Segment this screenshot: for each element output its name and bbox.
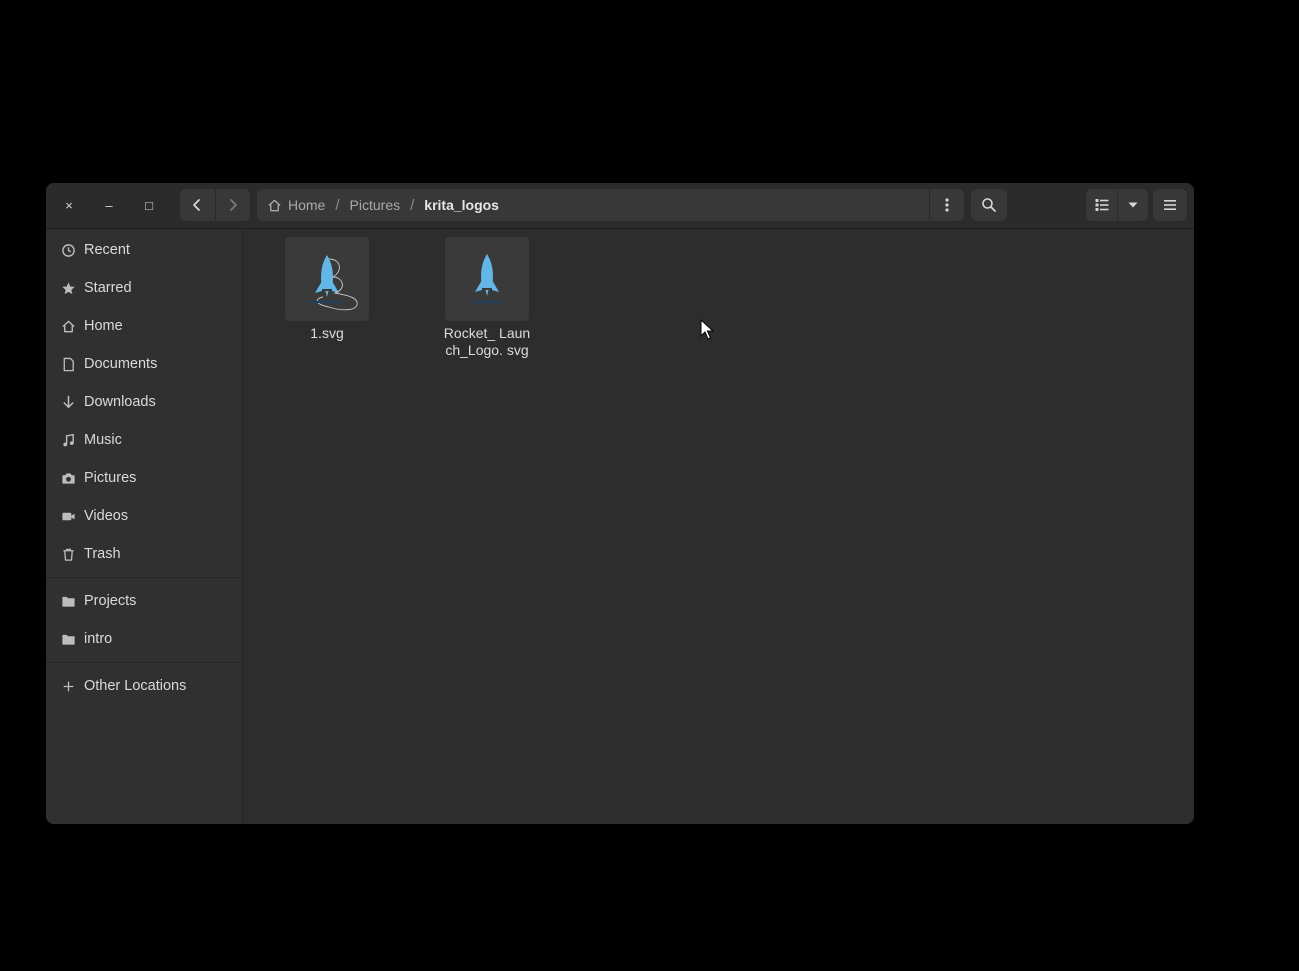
chevron-down-icon — [1128, 202, 1138, 208]
main-menu-button[interactable] — [1153, 189, 1187, 221]
file-name: 1.svg — [310, 325, 344, 341]
maximize-window-button[interactable]: □ — [134, 189, 164, 221]
file-manager-window: × – □ Home / Pictures / krita_logos Rece… — [46, 183, 1194, 824]
sidebar-item-videos[interactable]: Videos — [46, 499, 242, 533]
file-item[interactable]: 1.svg — [267, 237, 387, 342]
view-options-dropdown[interactable] — [1117, 189, 1148, 221]
vertical-dots-icon — [945, 198, 949, 212]
file-thumbnail — [285, 237, 369, 321]
sidebar-item-downloads[interactable]: Downloads — [46, 385, 242, 419]
chevron-left-icon — [193, 199, 201, 211]
sidebar-item-label: Trash — [84, 546, 121, 562]
minimize-window-button[interactable]: – — [94, 189, 124, 221]
sidebar-item-label: Downloads — [84, 394, 156, 410]
home-icon — [60, 318, 76, 334]
file-name: Rocket_ Launch_Logo. svg — [443, 325, 531, 358]
sidebar-item-label: Projects — [84, 593, 137, 609]
sidebar-item-label: Music — [84, 432, 122, 448]
camera-icon — [60, 470, 76, 486]
sidebar-item-other-locations[interactable]: Other Locations — [46, 669, 242, 703]
sidebar-divider — [46, 662, 242, 663]
sidebar-divider — [46, 577, 242, 578]
sidebar-item-documents[interactable]: Documents — [46, 347, 242, 381]
document-icon — [60, 356, 76, 372]
sidebar-item-label: Home — [84, 318, 123, 334]
breadcrumb-label: Pictures — [349, 197, 401, 213]
sidebar: Recent Starred Home Documents Downloads … — [46, 229, 243, 824]
sidebar-item-home[interactable]: Home — [46, 309, 242, 343]
search-icon — [982, 198, 996, 212]
sidebar-item-label: Recent — [84, 242, 130, 258]
breadcrumb-separator: / — [410, 196, 415, 214]
search-button[interactable] — [971, 189, 1007, 221]
sidebar-item-recent[interactable]: Recent — [46, 233, 242, 267]
sidebar-item-intro[interactable]: intro — [46, 622, 242, 656]
maximize-icon: □ — [145, 197, 153, 213]
breadcrumb-label: krita_logos — [424, 197, 499, 213]
sidebar-item-label: Starred — [84, 280, 132, 296]
file-item[interactable]: Rocket_ Launch_Logo. svg — [427, 237, 547, 359]
minimize-icon: – — [105, 197, 113, 213]
breadcrumb-home[interactable]: Home — [257, 189, 331, 221]
folder-icon — [60, 593, 76, 609]
music-icon — [60, 432, 76, 448]
navigation-buttons — [180, 189, 250, 221]
breadcrumb-label: Home — [288, 197, 326, 213]
forward-button[interactable] — [214, 189, 251, 221]
close-window-button[interactable]: × — [54, 189, 84, 221]
sidebar-item-starred[interactable]: Starred — [46, 271, 242, 305]
path-bar: Home / Pictures / krita_logos — [257, 189, 963, 221]
file-view: 1.svg Rocket_ Launch_Logo. svg — [243, 229, 1194, 824]
sidebar-item-pictures[interactable]: Pictures — [46, 461, 242, 495]
home-icon — [268, 199, 281, 211]
mouse-pointer-icon — [700, 319, 714, 340]
sidebar-item-label: intro — [84, 631, 113, 647]
star-icon — [60, 280, 76, 296]
breadcrumb-separator: / — [335, 196, 340, 214]
sidebar-item-music[interactable]: Music — [46, 423, 242, 457]
header-bar: × – □ Home / Pictures / krita_logos — [46, 183, 1194, 229]
sidebar-item-projects[interactable]: Projects — [46, 584, 242, 618]
plus-icon — [60, 678, 76, 694]
sidebar-item-trash[interactable]: Trash — [46, 537, 242, 571]
video-icon — [60, 508, 76, 524]
file-thumbnail — [445, 237, 529, 321]
back-button[interactable] — [180, 189, 215, 221]
path-options-button[interactable] — [929, 189, 964, 221]
breadcrumb-krita-logos[interactable]: krita_logos — [418, 189, 505, 221]
trash-icon — [60, 546, 76, 562]
rocket-logo-sketch-icon — [309, 255, 358, 311]
close-icon: × — [65, 197, 73, 213]
rocket-logo-icon — [471, 254, 503, 303]
sidebar-item-label: Other Locations — [84, 678, 187, 694]
folder-icon — [60, 631, 76, 647]
chevron-right-icon — [229, 199, 237, 211]
list-view-button[interactable] — [1086, 189, 1117, 221]
clock-icon — [60, 242, 76, 258]
sidebar-item-label: Pictures — [84, 470, 137, 486]
sidebar-item-label: Videos — [84, 508, 129, 524]
view-toggle-group — [1086, 189, 1148, 221]
download-icon — [60, 394, 76, 410]
breadcrumb-pictures[interactable]: Pictures — [344, 189, 407, 221]
hamburger-icon — [1164, 200, 1176, 210]
list-view-icon — [1095, 199, 1109, 211]
sidebar-item-label: Documents — [84, 356, 158, 372]
